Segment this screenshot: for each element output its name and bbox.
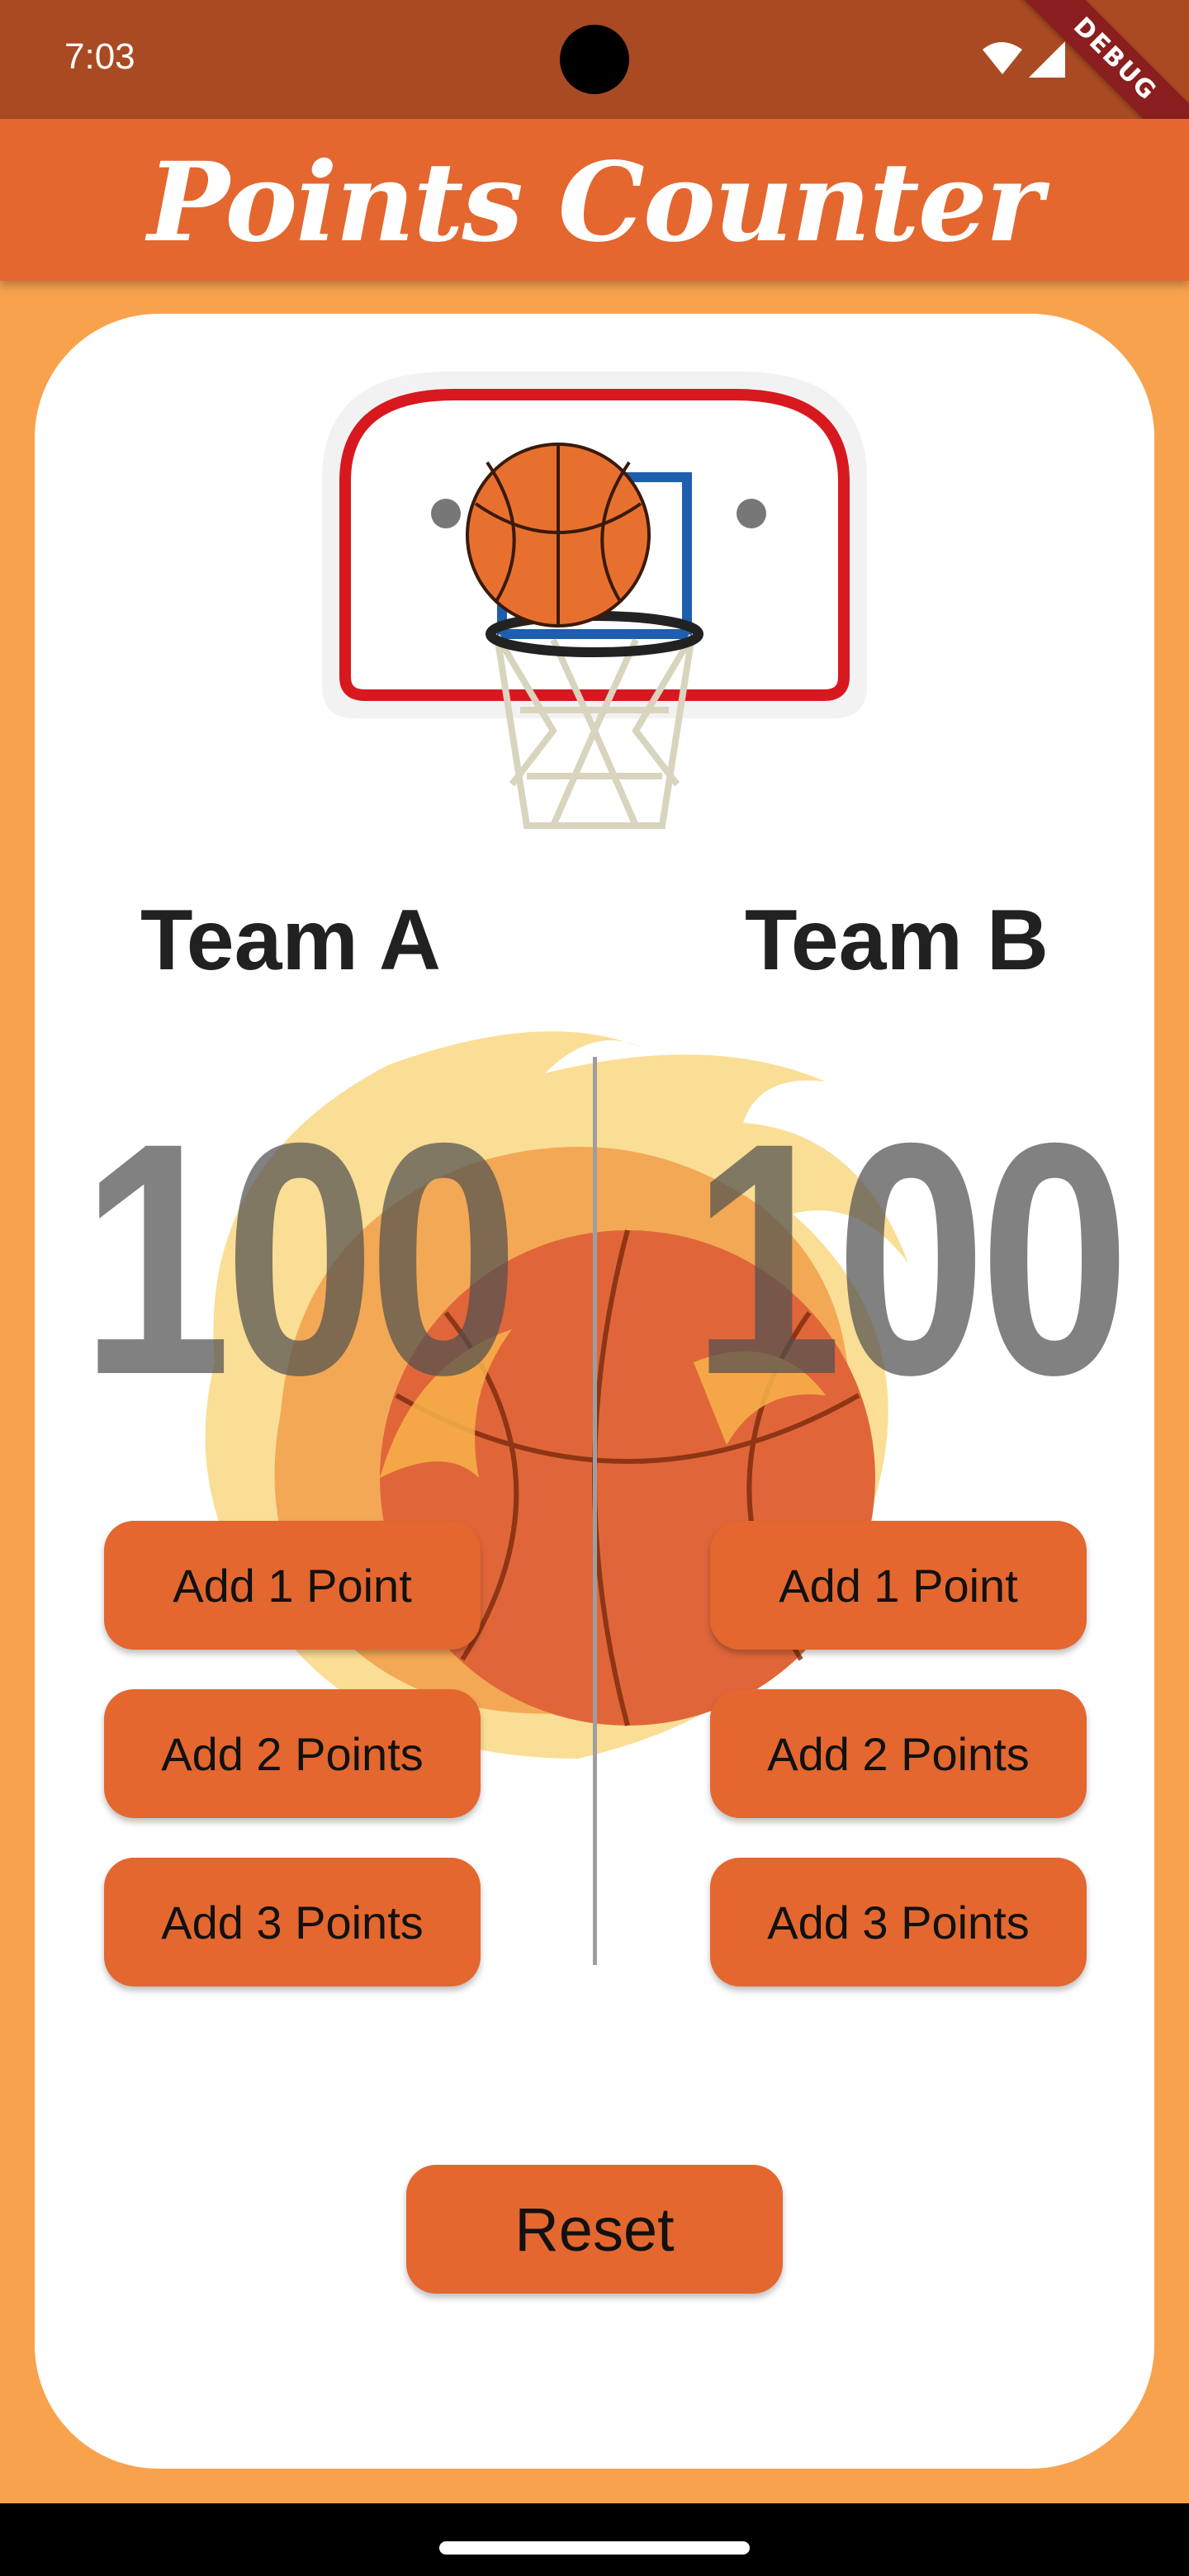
wifi-icon	[983, 42, 1022, 74]
team-b-add-2-button[interactable]: Add 2 Points	[710, 1689, 1087, 1818]
team-a-add-2-button[interactable]: Add 2 Points	[104, 1689, 481, 1818]
navigation-bar	[0, 2503, 1189, 2576]
home-gesture-handle[interactable]	[439, 2541, 750, 2555]
team-a-title: Team A	[140, 893, 442, 988]
basketball-hoop-image	[322, 372, 867, 829]
status-bar: 7:03	[0, 0, 1189, 119]
team-a-add-1-button[interactable]: Add 1 Point	[104, 1521, 481, 1650]
team-b-add-3-button[interactable]: Add 3 Points	[710, 1858, 1087, 1986]
team-a-score: 100	[80, 1074, 519, 1443]
camera-cutout	[560, 25, 629, 94]
team-b-title: Team B	[745, 893, 1049, 988]
app-title: Points Counter	[147, 139, 1044, 267]
team-a-add-3-button[interactable]: Add 3 Points	[104, 1858, 481, 1986]
status-time: 7:03	[64, 36, 135, 77]
team-b-add-1-button[interactable]: Add 1 Point	[710, 1521, 1087, 1650]
team-b-score: 100	[691, 1074, 1130, 1443]
team-divider	[593, 1057, 597, 1965]
app-bar: Points Counter	[0, 119, 1189, 281]
signal-icon	[1029, 41, 1065, 78]
reset-button[interactable]: Reset	[406, 2165, 783, 2294]
status-icons	[983, 41, 1065, 78]
